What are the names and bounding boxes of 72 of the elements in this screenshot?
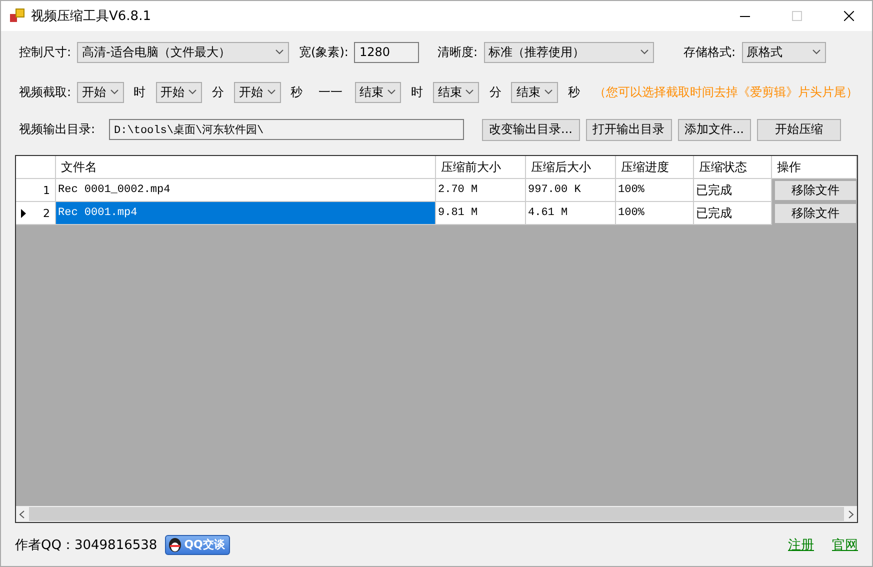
table-cell: 997.00 K (526, 179, 616, 202)
dropdown[interactable]: 结束 (511, 82, 558, 103)
dropdown[interactable]: 开始 (77, 82, 124, 103)
time-unit-label: 时 (134, 84, 146, 101)
column-header[interactable]: 操作 (772, 156, 857, 180)
maximize-icon (792, 11, 802, 21)
row-header: 2 (16, 202, 56, 226)
table-cell: Rec 0001_0002.mp4 (56, 179, 436, 202)
table-cell: 已完成 (694, 179, 772, 202)
footer-link[interactable]: 注册 (788, 536, 814, 554)
toolbar-button[interactable]: 添加文件... (678, 118, 751, 141)
scroll-left-icon[interactable] (19, 510, 25, 519)
chevron-down-icon (188, 89, 198, 96)
chevron-down-icon (386, 89, 396, 96)
chevron-down-icon (544, 89, 553, 96)
dropdown[interactable]: 结束 (432, 82, 480, 103)
dropdown[interactable]: 结束 (354, 82, 401, 103)
row-header-corner (16, 156, 56, 180)
chevron-down-icon (812, 49, 821, 56)
table-cell: 100% (616, 179, 694, 202)
close-icon (844, 11, 854, 21)
chevron-down-icon (110, 89, 119, 96)
app-icon (9, 8, 25, 24)
size-label: 控制尺寸: (19, 44, 72, 61)
table-row[interactable]: 1 Rec 0001_0002.mp4 2.70 M 997.00 K 100% 已完成 移除文件 (16, 179, 857, 202)
width-label: 宽(象素): (299, 44, 348, 61)
window-title: 视频压缩工具V6.8.1 (31, 8, 152, 25)
author-text: 作者QQ：3049816538 (15, 536, 158, 554)
chevron-down-icon (640, 49, 648, 56)
dropdown[interactable]: 开始 (234, 82, 280, 103)
column-header[interactable]: 压缩状态 (694, 156, 772, 180)
chevron-down-icon (465, 89, 474, 96)
table-cell: 9.81 M (436, 202, 526, 226)
remove-file-button[interactable]: 移除文件 (774, 203, 857, 224)
toolbar-button[interactable]: 改变输出目录... (482, 118, 580, 141)
trim-label: 视频截取: (19, 84, 72, 101)
remove-file-button[interactable]: 移除文件 (774, 180, 857, 202)
column-header[interactable]: 压缩进度 (616, 156, 694, 180)
penguin-icon (168, 536, 182, 553)
toolbar-button[interactable]: 开始压缩 (756, 118, 841, 141)
chevron-down-icon (275, 49, 284, 56)
time-unit-label: 分 (489, 84, 502, 101)
dropdown[interactable]: 原格式 (742, 42, 826, 63)
table-cell: 100% (616, 202, 694, 226)
table-cell: 4.61 M (526, 202, 616, 226)
output-label: 视频输出目录: (19, 121, 96, 138)
table-cell: 已完成 (694, 202, 772, 226)
time-unit-label: 秒 (290, 84, 302, 101)
clarity-label: 清晰度: (437, 44, 478, 61)
table-row[interactable]: 2 Rec 0001.mp4 9.81 M 4.61 M 100% 已完成 移除文件 (16, 202, 857, 226)
time-unit-label: 时 (410, 84, 423, 101)
time-unit-label: 分 (212, 84, 224, 101)
format-label: 存储格式: (684, 44, 736, 61)
toolbar-button[interactable]: 打开输出目录 (586, 118, 672, 141)
dropdown[interactable]: 标准（推荐使用） (484, 42, 654, 63)
dropdown[interactable]: 开始 (156, 82, 202, 103)
scroll-right-icon[interactable] (848, 510, 854, 519)
hint-text: （您可以选择截取时间去掉《爱剪辑》片头片尾） (594, 84, 858, 101)
column-header[interactable]: 文件名 (56, 156, 436, 180)
chevron-down-icon (266, 89, 276, 96)
footer-link[interactable]: 官网 (832, 536, 858, 554)
table-cell: 2.70 M (436, 179, 526, 202)
column-header[interactable]: 压缩前大小 (436, 156, 526, 180)
output-path-field[interactable]: D:\tools\桌面\河东软件园\ (109, 119, 464, 140)
width-input[interactable]: 1280 (354, 42, 420, 63)
table-cell: Rec 0001.mp4 (56, 202, 436, 226)
row-header: 1 (16, 179, 56, 202)
time-unit-label: 秒 (568, 84, 580, 101)
current-row-icon (21, 208, 26, 218)
separator-label: 一一 (318, 84, 342, 101)
column-header[interactable]: 压缩后大小 (526, 156, 616, 180)
dropdown[interactable]: 高清-适合电脑（文件最大） (77, 42, 290, 63)
